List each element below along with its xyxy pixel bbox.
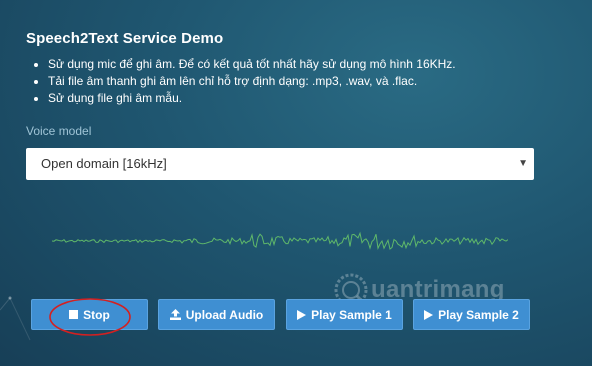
instruction-item: Sử dụng file ghi âm mẫu.	[48, 90, 456, 107]
instruction-item: Tải file âm thanh ghi âm lên chỉ hỗ trợ …	[48, 73, 456, 90]
audio-waveform	[52, 231, 508, 250]
voice-model-label: Voice model	[26, 124, 92, 138]
play-sample-2-button[interactable]: Play Sample 2	[413, 299, 530, 330]
upload-icon	[169, 309, 181, 320]
instruction-item: Sử dụng mic để ghi âm. Để có kết quả tốt…	[48, 56, 456, 73]
play-sample-2-label: Play Sample 2	[438, 307, 519, 322]
instruction-list: Sử dụng mic để ghi âm. Để có kết quả tốt…	[30, 56, 456, 107]
waveform-line	[52, 231, 508, 250]
caret-down-icon: ▼	[518, 158, 528, 169]
red-annotation-circle	[49, 298, 131, 336]
voice-model-select[interactable]: Open domain [16kHz] ▼	[26, 148, 534, 180]
play-icon	[297, 309, 307, 320]
play-sample-1-label: Play Sample 1	[311, 307, 392, 322]
play-icon	[424, 309, 434, 320]
upload-audio-button[interactable]: Upload Audio	[158, 299, 275, 330]
voice-model-selected-value: Open domain [16kHz]	[41, 156, 167, 171]
page-title: Speech2Text Service Demo	[26, 30, 224, 47]
upload-audio-label: Upload Audio	[185, 307, 264, 322]
play-sample-1-button[interactable]: Play Sample 1	[286, 299, 403, 330]
